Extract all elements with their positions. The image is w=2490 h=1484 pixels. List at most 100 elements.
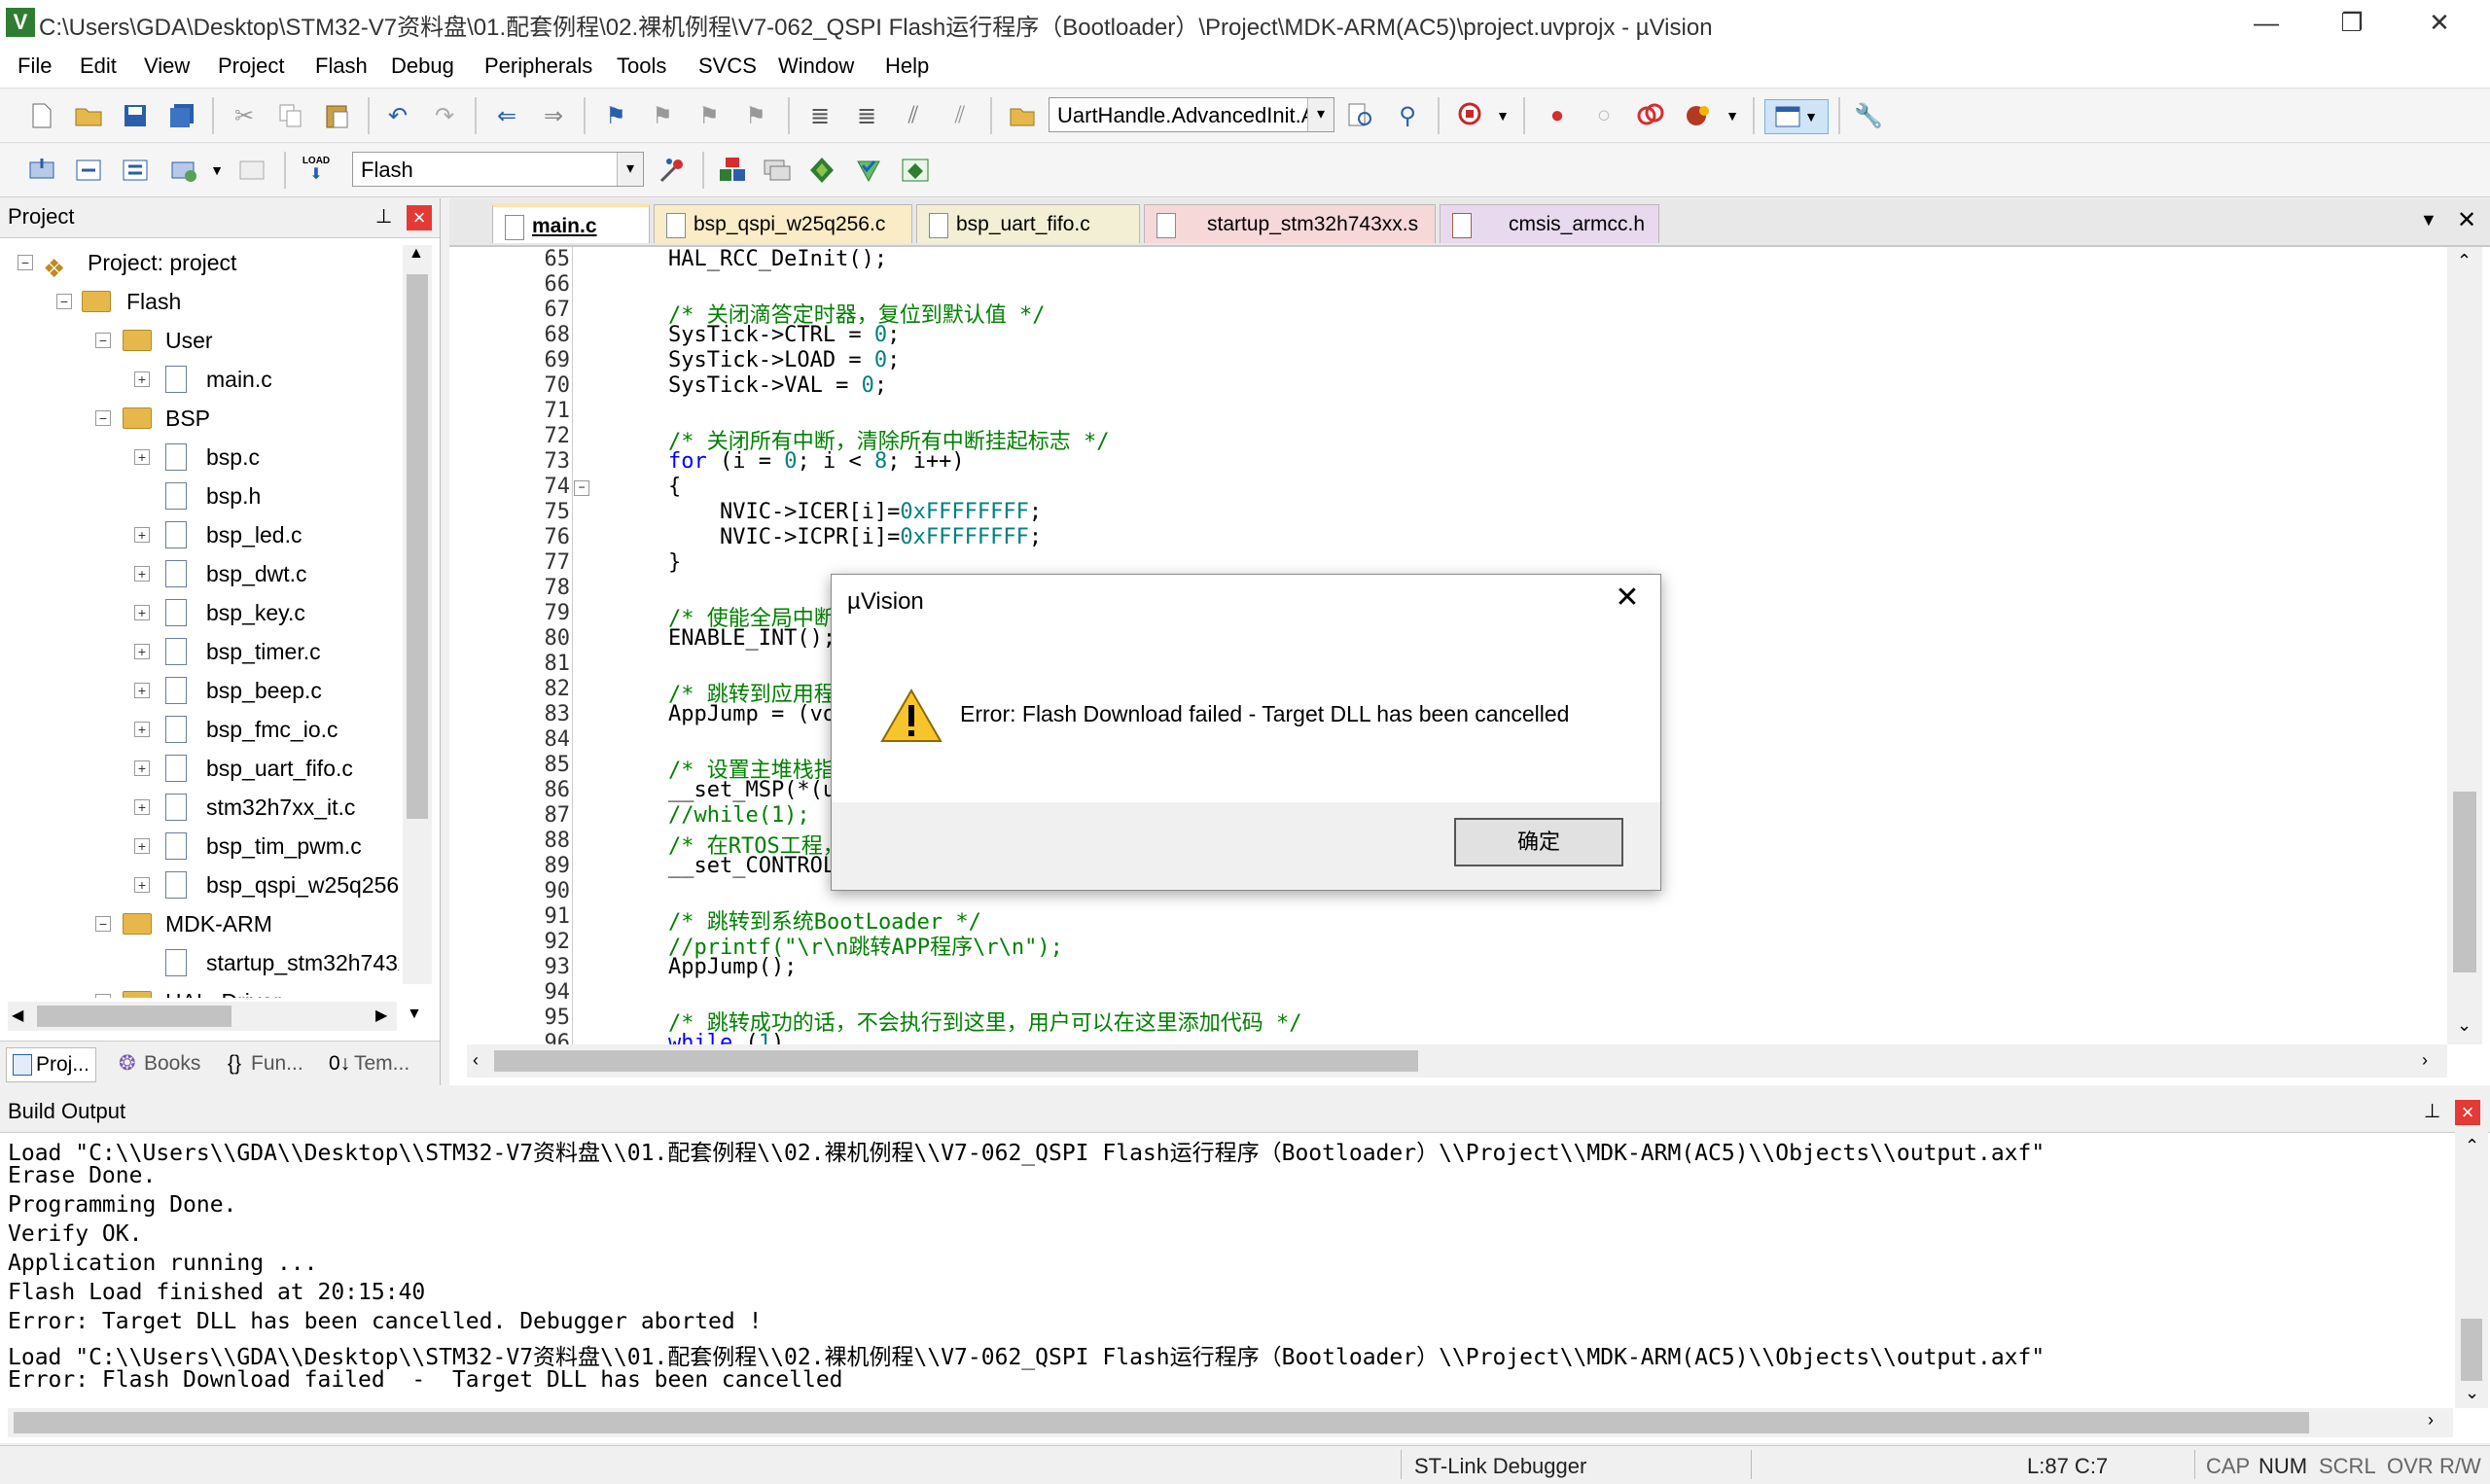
ok-button[interactable]: 确定 bbox=[1454, 818, 1623, 866]
scroll-down-arrow-icon[interactable]: ⌄ bbox=[2457, 1015, 2472, 1036]
tab-project[interactable]: Proj... bbox=[6, 1047, 96, 1082]
chevron-down-icon[interactable]: ▾ bbox=[617, 153, 643, 186]
menu-edit[interactable]: Edit bbox=[68, 49, 128, 88]
menu-file[interactable]: File bbox=[6, 49, 63, 88]
expand-toggle[interactable]: + bbox=[95, 994, 111, 998]
scroll-thumb[interactable] bbox=[14, 1412, 2309, 1433]
scroll-thumb[interactable] bbox=[37, 1006, 231, 1027]
load-download-icon[interactable]: LOAD ⬇ bbox=[300, 154, 333, 187]
target-select[interactable]: Flash ▾ bbox=[352, 152, 644, 187]
comment-icon[interactable]: ⫽ bbox=[897, 99, 930, 132]
collapse-toggle[interactable]: − bbox=[95, 333, 111, 348]
restore-button[interactable]: ❐ bbox=[2313, 0, 2391, 45]
scroll-left-arrow-icon[interactable]: ‹ bbox=[473, 1050, 479, 1071]
output-vertical-scrollbar[interactable]: ⌃ ⌄ bbox=[2455, 1132, 2488, 1408]
cut-icon[interactable]: ✂ bbox=[228, 99, 261, 132]
scroll-up-arrow-icon[interactable]: ▲ bbox=[409, 245, 424, 263]
close-panel-button[interactable]: × bbox=[2455, 1100, 2480, 1125]
menu-help[interactable]: Help bbox=[873, 49, 941, 88]
build-output-text[interactable]: Load "C:\\Users\\GDA\\Desktop\\STM32-V7资… bbox=[0, 1134, 2449, 1408]
disable-breakpoint-icon[interactable]: ○ bbox=[1587, 99, 1620, 132]
expand-toggle[interactable]: + bbox=[134, 683, 150, 698]
project-vertical-scrollbar[interactable]: ▲ bbox=[403, 245, 432, 984]
collapse-toggle[interactable]: − bbox=[95, 410, 111, 426]
output-horizontal-scrollbar[interactable]: › bbox=[8, 1408, 2453, 1437]
disable-all-breakpoints-icon[interactable] bbox=[1634, 99, 1667, 132]
configure-wrench-icon[interactable]: 🔧 bbox=[1852, 99, 1885, 132]
scroll-up-arrow-icon[interactable]: ⌃ bbox=[2465, 1136, 2479, 1156]
manage-components-icon[interactable] bbox=[716, 154, 749, 187]
unindent-icon[interactable]: ≣ bbox=[850, 99, 883, 132]
tab-startup-stm32h743xx-s[interactable]: startup_stm32h743xx.s bbox=[1144, 204, 1436, 243]
expand-toggle[interactable]: + bbox=[134, 644, 150, 659]
insert-bookmark-icon[interactable]: ⚑ bbox=[599, 99, 632, 132]
menu-flash[interactable]: Flash bbox=[303, 49, 379, 88]
menu-window[interactable]: Window bbox=[766, 49, 866, 88]
collapse-toggle[interactable]: − bbox=[18, 255, 33, 270]
scroll-thumb[interactable] bbox=[2461, 1319, 2482, 1381]
menu-debug[interactable]: Debug bbox=[379, 49, 466, 88]
menu-svcs[interactable]: SVCS bbox=[687, 49, 768, 88]
chevron-down-icon[interactable]: ▼ bbox=[1486, 99, 1519, 132]
open-folder-icon[interactable] bbox=[72, 99, 105, 132]
project-horizontal-scrollbar[interactable]: ◀ ▶ bbox=[8, 1002, 397, 1031]
breakpoint-icon[interactable]: ● bbox=[1541, 99, 1574, 132]
tab-templates[interactable]: 0↓ Tem... bbox=[325, 1047, 409, 1080]
stop-build-icon[interactable] bbox=[235, 154, 268, 187]
expand-toggle[interactable]: + bbox=[134, 527, 150, 543]
expand-toggle[interactable]: + bbox=[134, 449, 150, 465]
menu-project[interactable]: Project bbox=[206, 49, 296, 88]
chevron-down-icon[interactable]: ▾ bbox=[1307, 98, 1334, 131]
tab-books[interactable]: ❂ Books bbox=[115, 1047, 200, 1080]
menu-tools[interactable]: Tools bbox=[605, 49, 678, 88]
minimize-button[interactable]: — bbox=[2227, 0, 2305, 45]
scroll-down-arrow-icon[interactable]: ▼ bbox=[407, 1006, 422, 1023]
select-packs-icon[interactable] bbox=[852, 154, 885, 187]
uncomment-icon[interactable]: ⫽ bbox=[943, 99, 977, 132]
scroll-right-arrow-icon[interactable]: ▶ bbox=[375, 1006, 387, 1025]
expand-toggle[interactable]: + bbox=[134, 877, 150, 893]
window-layout-icon[interactable]: ▼ bbox=[1764, 99, 1829, 134]
previous-bookmark-icon[interactable]: ⚑ bbox=[646, 99, 679, 132]
scroll-down-arrow-icon[interactable]: ⌄ bbox=[2465, 1383, 2479, 1403]
rebuild-icon[interactable] bbox=[119, 154, 152, 187]
expand-toggle[interactable]: + bbox=[134, 371, 150, 387]
indent-icon[interactable]: ≣ bbox=[803, 99, 836, 132]
tab-bsp-qspi-w25q256-c[interactable]: bsp_qspi_w25q256.c bbox=[654, 204, 912, 243]
copy-icon[interactable] bbox=[274, 99, 307, 132]
scroll-right-arrow-icon[interactable]: › bbox=[2428, 1410, 2434, 1431]
collapse-toggle[interactable]: − bbox=[56, 294, 72, 309]
save-all-icon[interactable] bbox=[165, 99, 198, 132]
find-icon[interactable] bbox=[1344, 99, 1377, 132]
scroll-left-arrow-icon[interactable]: ◀ bbox=[12, 1006, 23, 1025]
undo-icon[interactable]: ↶ bbox=[381, 99, 414, 132]
new-file-icon[interactable] bbox=[25, 99, 58, 132]
find-in-files-icon[interactable] bbox=[1006, 99, 1039, 132]
chevron-down-icon[interactable]: ▼ bbox=[1716, 99, 1749, 132]
target-options-icon[interactable] bbox=[656, 154, 689, 187]
navigate-forward-icon[interactable]: ⇒ bbox=[537, 99, 570, 132]
pin-icon[interactable]: ⊥ bbox=[375, 204, 392, 229]
close-window-button[interactable]: ✕ bbox=[2401, 0, 2478, 45]
software-packs-icon[interactable] bbox=[899, 154, 932, 187]
collapse-toggle[interactable]: − bbox=[95, 916, 111, 932]
expand-toggle[interactable]: + bbox=[134, 838, 150, 854]
chevron-down-icon[interactable]: ▼ bbox=[200, 154, 233, 187]
next-bookmark-icon[interactable]: ⚑ bbox=[693, 99, 726, 132]
expand-toggle[interactable]: + bbox=[134, 566, 150, 582]
expand-toggle[interactable]: + bbox=[134, 799, 150, 815]
expand-toggle[interactable]: + bbox=[134, 605, 150, 620]
redo-icon[interactable]: ↷ bbox=[428, 99, 461, 132]
expand-toggle[interactable]: + bbox=[134, 760, 150, 776]
close-panel-button[interactable]: × bbox=[407, 205, 432, 230]
clear-bookmarks-icon[interactable]: ⚑ bbox=[739, 99, 772, 132]
tab-main-c[interactable]: main.c bbox=[492, 204, 650, 243]
close-tab-icon[interactable]: ✕ bbox=[2457, 206, 2476, 234]
debug-session-icon[interactable] bbox=[1455, 99, 1488, 132]
paste-icon[interactable] bbox=[321, 99, 354, 132]
navigate-back-icon[interactable]: ⇐ bbox=[490, 99, 523, 132]
pack-installer-icon[interactable] bbox=[805, 154, 838, 187]
scroll-thumb[interactable] bbox=[494, 1050, 1418, 1072]
expand-toggle[interactable]: + bbox=[134, 722, 150, 737]
dialog-close-button[interactable]: ✕ bbox=[1608, 581, 1647, 615]
